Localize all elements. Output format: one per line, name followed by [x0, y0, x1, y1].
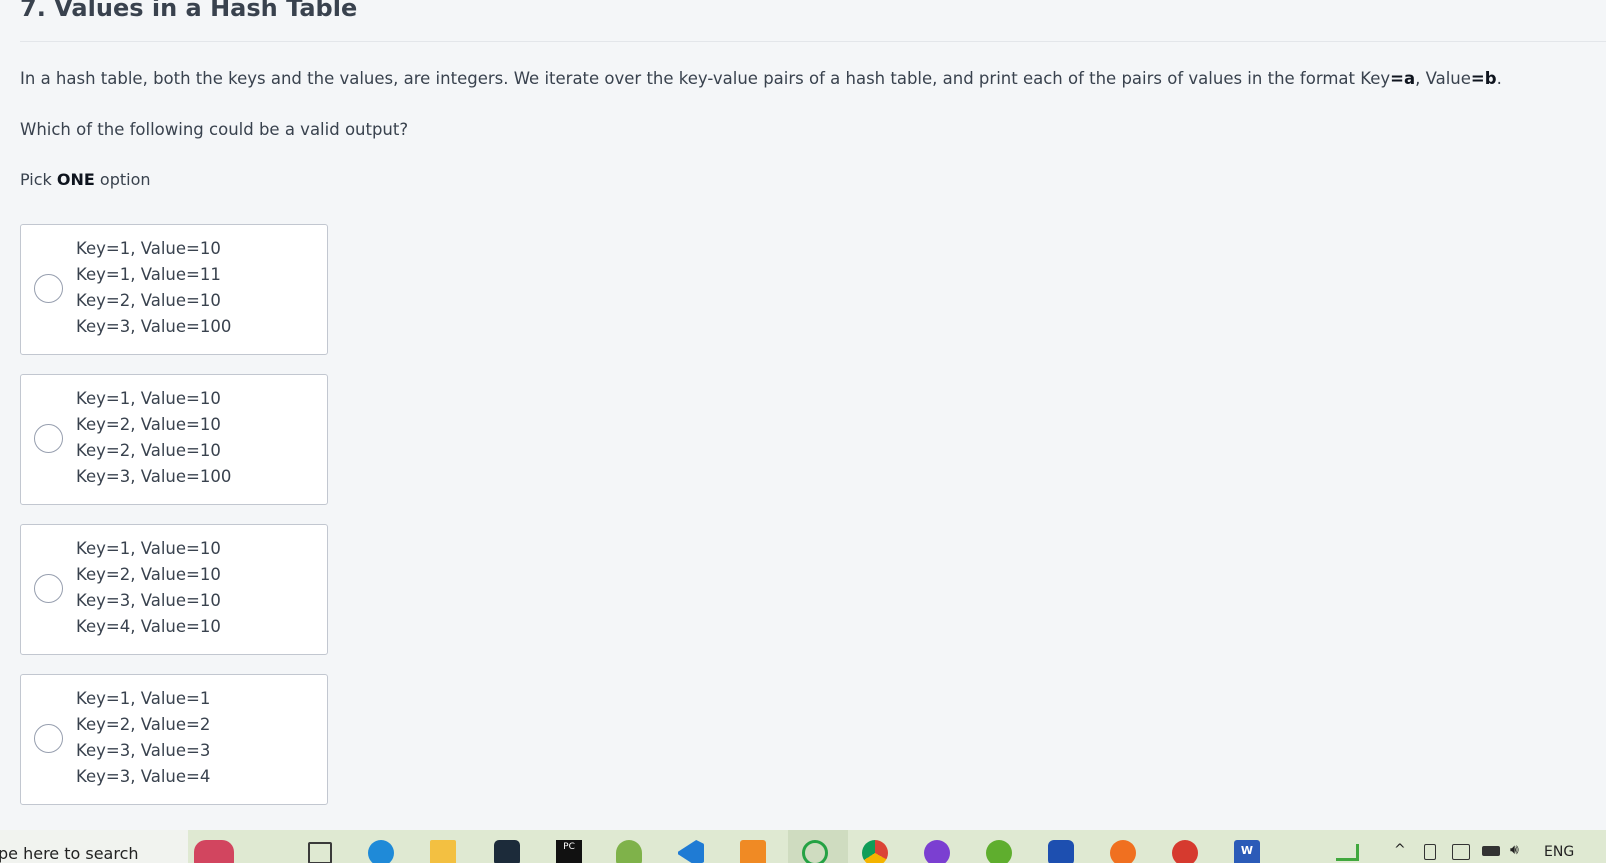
description-text-mid: , Value: [1415, 69, 1471, 88]
word-label: W: [1240, 844, 1254, 857]
option-line: Key=2, Value=2: [76, 715, 211, 734]
question-prompt: Which of the following could be a valid …: [20, 120, 409, 139]
tray-device-icon[interactable]: [1424, 844, 1436, 860]
terminal-app-icon[interactable]: [494, 840, 520, 863]
question-panel: 7. Values in a Hash Table In a hash tabl…: [0, 0, 1606, 830]
frog-app-icon[interactable]: [616, 840, 642, 863]
pick-suffix: option: [94, 170, 151, 189]
option-line: Key=3, Value=10: [76, 591, 221, 610]
option-line: Key=2, Value=10: [76, 415, 221, 434]
option-2[interactable]: Key=1, Value=10 Key=2, Value=10 Key=2, V…: [20, 374, 328, 505]
file-explorer-icon[interactable]: [430, 840, 456, 863]
chart-app-icon[interactable]: [1336, 844, 1359, 861]
vpn-app-icon[interactable]: [924, 840, 950, 863]
vscode-icon[interactable]: [678, 840, 704, 863]
taskbar-search-placeholder: pe here to search: [0, 844, 139, 863]
utorrent-icon[interactable]: [986, 840, 1012, 863]
ccleaner-icon[interactable]: [1172, 840, 1198, 863]
option-3-radio[interactable]: [34, 574, 63, 603]
option-line: Key=2, Value=10: [76, 565, 221, 584]
pick-count: ONE: [56, 170, 95, 189]
windows-taskbar: pe here to search PC W ^ 🔊︎ ENG: [0, 830, 1606, 863]
tray-volume-icon[interactable]: 🔊︎: [1510, 842, 1519, 858]
option-line: Key=3, Value=100: [76, 317, 232, 336]
option-line: Key=3, Value=4: [76, 767, 211, 786]
option-1-radio[interactable]: [34, 274, 63, 303]
taskbar-search[interactable]: pe here to search: [0, 830, 188, 863]
sublime-text-icon[interactable]: [740, 840, 766, 863]
tray-battery-icon[interactable]: [1482, 846, 1500, 856]
description-text-end: .: [1496, 69, 1502, 88]
option-line: Key=2, Value=10: [76, 291, 221, 310]
tray-network-icon[interactable]: [1452, 844, 1470, 860]
avast-icon[interactable]: [1110, 840, 1136, 863]
option-2-radio[interactable]: [34, 424, 63, 453]
pycharm-icon[interactable]: PC: [556, 840, 582, 863]
option-line: Key=1, Value=11: [76, 265, 221, 284]
title-divider: [20, 41, 1606, 42]
option-4-text: Key=1, Value=1 Key=2, Value=2 Key=3, Val…: [76, 686, 210, 790]
option-1-text: Key=1, Value=10 Key=1, Value=11 Key=2, V…: [76, 236, 231, 340]
tray-chevron-up-icon[interactable]: ^: [1394, 842, 1406, 858]
option-3[interactable]: Key=1, Value=10 Key=2, Value=10 Key=3, V…: [20, 524, 328, 655]
option-line: Key=1, Value=1: [76, 689, 211, 708]
options-list: Key=1, Value=10 Key=1, Value=11 Key=2, V…: [20, 224, 328, 824]
option-line: Key=4, Value=10: [76, 617, 221, 636]
option-line: Key=1, Value=10: [76, 239, 221, 258]
description-key-token: =a: [1390, 69, 1416, 88]
option-4[interactable]: Key=1, Value=1 Key=2, Value=2 Key=3, Val…: [20, 674, 328, 805]
webex-icon[interactable]: [1048, 840, 1074, 863]
whatsapp-icon[interactable]: [802, 840, 828, 863]
option-line: Key=1, Value=10: [76, 539, 221, 558]
option-3-text: Key=1, Value=10 Key=2, Value=10 Key=3, V…: [76, 536, 221, 640]
option-line: Key=3, Value=100: [76, 467, 232, 486]
option-line: Key=3, Value=3: [76, 741, 211, 760]
task-view-icon[interactable]: [308, 842, 332, 863]
option-1[interactable]: Key=1, Value=10 Key=1, Value=11 Key=2, V…: [20, 224, 328, 355]
pick-prefix: Pick: [20, 170, 57, 189]
edge-browser-icon[interactable]: [368, 840, 394, 863]
description-value-token: =b: [1470, 69, 1497, 88]
chrome-icon[interactable]: [862, 840, 888, 863]
option-4-radio[interactable]: [34, 724, 63, 753]
app-sticker-icon[interactable]: [194, 840, 234, 863]
question-title: 7. Values in a Hash Table: [20, 0, 358, 22]
question-description: In a hash table, both the keys and the v…: [20, 69, 1502, 88]
option-line: Key=2, Value=10: [76, 441, 221, 460]
description-text: In a hash table, both the keys and the v…: [20, 69, 1391, 88]
word-icon[interactable]: W: [1234, 840, 1260, 863]
pycharm-label: PC: [563, 842, 575, 852]
tray-language[interactable]: ENG: [1544, 844, 1574, 860]
option-2-text: Key=1, Value=10 Key=2, Value=10 Key=2, V…: [76, 386, 231, 490]
pick-instruction: Pick ONE option: [20, 170, 151, 189]
option-line: Key=1, Value=10: [76, 389, 221, 408]
